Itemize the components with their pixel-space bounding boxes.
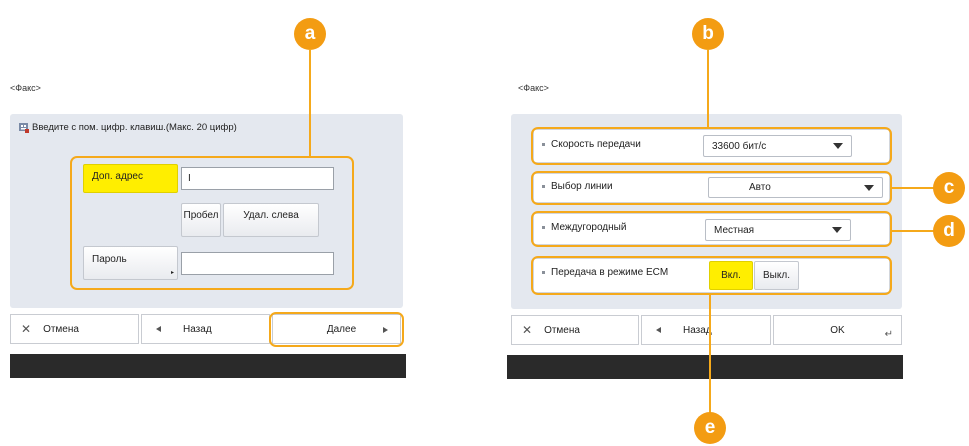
cancel-button-left[interactable]: ✕ Отмена <box>10 314 139 344</box>
space-button[interactable]: Пробел <box>181 203 221 237</box>
highlight-frame-e <box>531 256 892 295</box>
callout-b: b <box>692 18 724 50</box>
left-status-bar <box>10 354 406 378</box>
callout-b-line <box>707 49 709 129</box>
callout-e-line <box>709 293 711 413</box>
ok-label: OK <box>830 324 845 336</box>
password-button-label: Пароль <box>92 254 127 265</box>
callout-a-line <box>309 49 311 157</box>
sub-address-button[interactable]: Доп. адрес <box>83 164 178 193</box>
input-instruction-text: Введите с пом. цифр. клавиш.(Макс. 20 ци… <box>32 122 237 133</box>
right-screen-title: <Факс> <box>518 83 549 93</box>
corner-mark-icon: ▸ <box>170 270 174 276</box>
back-button-left[interactable]: Назад <box>141 314 270 344</box>
callout-c: c <box>933 172 965 204</box>
close-icon: ✕ <box>522 323 533 337</box>
close-icon: ✕ <box>21 322 32 336</box>
keyboard-input-icon <box>18 121 30 133</box>
back-label-right: Назад <box>683 324 712 336</box>
back-label-left: Назад <box>183 323 212 335</box>
callout-a: a <box>294 18 326 50</box>
ok-button[interactable]: OK ↵ <box>773 315 902 345</box>
password-field[interactable] <box>181 252 334 275</box>
left-screen-title: <Факс> <box>10 83 41 93</box>
highlight-frame-next <box>269 312 404 347</box>
callout-d: d <box>933 215 965 247</box>
callout-e: e <box>694 412 726 444</box>
enter-icon: ↵ <box>884 329 893 340</box>
arrow-left-icon <box>156 326 161 332</box>
highlight-frame-d <box>531 211 892 247</box>
cancel-label-right: Отмена <box>544 324 580 336</box>
sub-address-field[interactable]: I <box>181 167 334 190</box>
highlight-frame-c <box>531 171 892 205</box>
back-button-right[interactable]: Назад <box>641 315 771 345</box>
cancel-button-right[interactable]: ✕ Отмена <box>511 315 639 345</box>
password-button[interactable]: Пароль ▸ <box>83 246 178 280</box>
delete-left-button[interactable]: Удал. слева <box>223 203 319 237</box>
right-status-bar <box>507 355 903 379</box>
cancel-label-left: Отмена <box>43 323 79 335</box>
highlight-frame-b <box>531 127 892 165</box>
arrow-left-icon <box>656 327 661 333</box>
